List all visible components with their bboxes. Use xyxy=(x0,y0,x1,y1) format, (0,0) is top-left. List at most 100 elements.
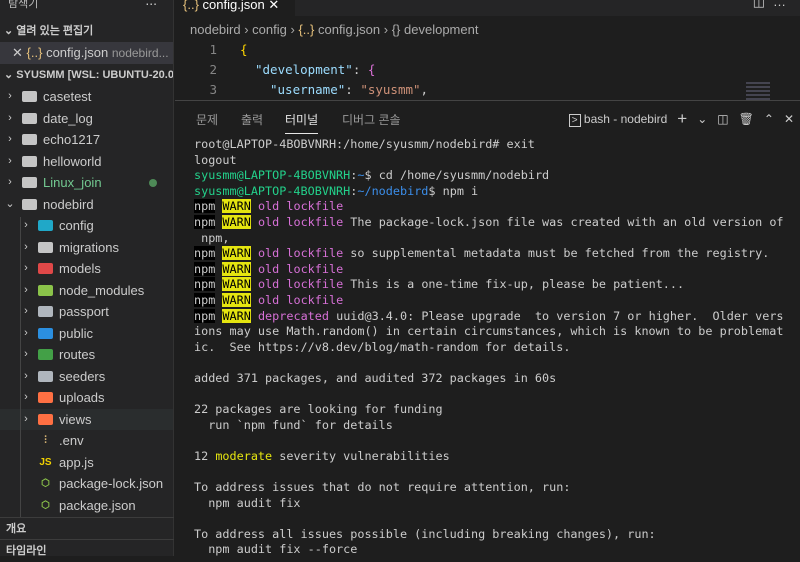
breadcrumb-nodebird[interactable]: nodebird xyxy=(190,22,241,37)
terminal-line: npm WARN old lockfile xyxy=(194,199,784,215)
terminal-selector[interactable]: > bash - nodebird xyxy=(568,112,667,127)
tree-item-label: views xyxy=(59,411,92,427)
chevron-right-icon: › xyxy=(8,111,12,124)
file-icon: ⬡ xyxy=(41,499,50,511)
tree-item-helloworld[interactable]: › helloworld xyxy=(0,151,173,173)
folder-icon xyxy=(22,177,37,189)
maximize-panel-icon[interactable]: ⌃ xyxy=(764,112,774,126)
bottom-panel: 문제 출력 터미널 디버그 콘솔 > bash - nodebird + ⌄ ◫ … xyxy=(175,100,800,556)
tree-item-label: Linux_join xyxy=(43,175,102,190)
chevron-right-icon: › xyxy=(8,133,12,145)
terminal-line: npm WARN old lockfile so supplemental me… xyxy=(194,246,784,262)
terminal-output[interactable]: root@LAPTOP-4BOBVNRH:/home/syusmm/nodebi… xyxy=(194,137,784,558)
tree-item-nodebird[interactable]: ⌄ nodebird xyxy=(0,194,173,216)
tree-item-label: models xyxy=(59,261,101,276)
file-tree: › casetest › date_log › echo1217 › helloworld › L… xyxy=(0,86,173,516)
breadcrumb-development[interactable]: development xyxy=(404,22,478,37)
tab-config-json[interactable]: {..} config.json ✕ xyxy=(175,0,295,16)
tab-output[interactable]: 출력 xyxy=(241,111,263,128)
tree-item-migrations[interactable]: › migrations xyxy=(0,237,173,259)
tree-item-app-js[interactable]: JS app.js xyxy=(0,452,173,474)
terminal-text: WARN xyxy=(222,292,251,307)
tree-item-label: app.js xyxy=(59,454,94,470)
breadcrumb-config[interactable]: config xyxy=(252,22,287,37)
terminal-text: npm xyxy=(194,199,216,214)
tree-item-seeders[interactable]: › seeders xyxy=(0,366,173,388)
json-file-icon: {..} xyxy=(183,0,199,12)
tree-item-echo1217[interactable]: › echo1217 xyxy=(0,129,173,151)
terminal-line: npm WARN old lockfile The package-lock.j… xyxy=(194,214,784,231)
tree-item-label: uploads xyxy=(59,390,105,405)
terminal-text: npm audit fix --force xyxy=(194,542,358,557)
tree-item-passport[interactable]: › passport xyxy=(0,301,173,323)
tab-problems[interactable]: 문제 xyxy=(196,111,218,128)
tree-item-views[interactable]: › views xyxy=(0,408,173,430)
timeline-section[interactable]: 타임라인 xyxy=(0,539,174,561)
terminal-text: To address all issues possible (includin… xyxy=(194,526,656,541)
tree-item-label: passport xyxy=(59,304,109,319)
tree-item-public[interactable]: › public xyxy=(0,323,173,345)
new-terminal-icon[interactable]: + xyxy=(677,109,687,129)
tree-item-date-log[interactable]: › date_log xyxy=(0,108,173,130)
split-editor-icon[interactable]: ◫ xyxy=(753,0,773,9)
tree-item-config[interactable]: › config xyxy=(0,215,173,237)
terminal-text: npm xyxy=(194,261,216,276)
tree-item-routes[interactable]: › routes xyxy=(0,344,173,366)
tree-item-package-json[interactable]: ⬡ package.json xyxy=(0,495,173,517)
tree-item--env[interactable]: ⫶ .env xyxy=(0,430,173,452)
line-number: 3 xyxy=(209,82,217,97)
terminal-text: old lockfile xyxy=(257,292,344,307)
folder-icon xyxy=(22,91,37,103)
terminal-line: ic. See https://v8.dev/blog/math-random … xyxy=(194,340,784,356)
terminal-text: added 371 packages, and audited 372 pack… xyxy=(194,370,557,385)
breadcrumb-file[interactable]: config.json xyxy=(318,22,380,37)
tab-debug-console[interactable]: 디버그 콘솔 xyxy=(342,111,401,128)
tree-item-package-lock-json[interactable]: ⬡ package-lock.json xyxy=(0,473,173,495)
terminal-text: npm, xyxy=(194,230,230,245)
open-editors-header[interactable]: ⌄ 열려 있는 편집기 xyxy=(0,20,173,42)
folder-icon xyxy=(38,413,53,425)
tree-item-uploads[interactable]: › uploads xyxy=(0,387,173,409)
chevron-right-icon: › xyxy=(24,219,28,231)
terminal-line: 22 packages are looking for funding xyxy=(194,402,784,418)
terminal-text: syusmm@LAPTOP-4BOBVNRH xyxy=(194,183,351,198)
timeline-label: 타임라인 xyxy=(6,545,47,557)
terminal-line: ​ xyxy=(194,464,784,480)
chevron-right-icon: › xyxy=(8,90,12,102)
code-editor[interactable]: 1{ 2 "development": { 3 "username": "syusm… xyxy=(175,40,800,106)
explorer-title: 탐색기... xyxy=(0,0,173,20)
close-icon[interactable]: ✕ xyxy=(12,45,23,60)
chevron-right-icon: › xyxy=(24,412,28,425)
terminal-text: npm xyxy=(194,277,216,292)
terminal-text: 22 packages are looking for funding xyxy=(194,402,443,417)
more-icon[interactable]: … xyxy=(773,0,794,9)
terminal-text: old lockfile xyxy=(257,246,344,261)
terminal-icon: > xyxy=(568,114,581,127)
chevron-right-icon: › xyxy=(24,348,28,360)
tab-terminal[interactable]: 터미널 xyxy=(285,111,319,134)
terminal-text: WARN xyxy=(222,214,251,229)
folder-icon xyxy=(22,134,37,146)
terminal-text: WARN xyxy=(222,246,251,261)
tree-item-node-modules[interactable]: › node_modules xyxy=(0,280,173,302)
close-tab-icon[interactable]: ✕ xyxy=(268,0,279,12)
open-editor-item[interactable]: ✕ {..} config.json nodebird... xyxy=(0,42,173,64)
outline-section[interactable]: 개요 xyxy=(0,517,174,539)
close-panel-icon[interactable]: ✕ xyxy=(784,112,794,126)
indent-guide xyxy=(20,217,21,517)
more-actions-icon[interactable]: ... xyxy=(145,0,157,7)
tree-item-label: package-lock.json xyxy=(59,476,164,491)
workspace-header[interactable]: ⌄ SYUSMM [WSL: UBUNTU-20.04] xyxy=(0,64,173,86)
terminal-text: moderate xyxy=(215,448,273,463)
chevron-down-icon[interactable]: ⌄ xyxy=(697,112,707,126)
split-terminal-icon[interactable]: ◫ xyxy=(717,112,728,126)
tree-item-models[interactable]: › models xyxy=(0,258,173,280)
tree-item-casetest[interactable]: › casetest xyxy=(0,86,173,108)
terminal-line: run `npm fund` for details xyxy=(194,418,784,434)
trash-icon[interactable]: 🗑 xyxy=(739,112,754,126)
tree-item-linux-join[interactable]: › Linux_join xyxy=(0,172,173,194)
tree-item-label: .env xyxy=(59,433,84,448)
